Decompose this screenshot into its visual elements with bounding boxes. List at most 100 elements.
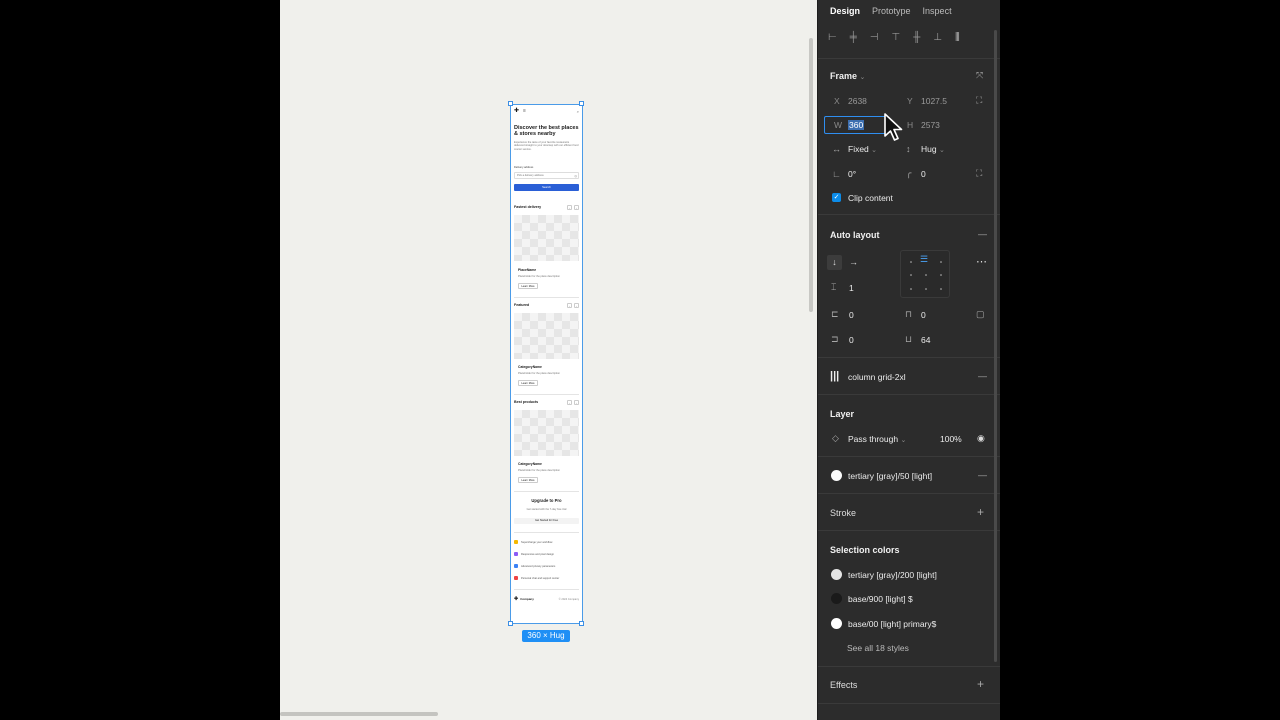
blend-mode-select[interactable]: Pass through ⌄ (848, 434, 906, 444)
next-arrow-icon[interactable]: › (574, 303, 579, 308)
color-swatch[interactable] (831, 593, 842, 604)
remove-fill-icon[interactable]: — (978, 470, 987, 480)
see-all-styles-link[interactable]: See all 18 styles (847, 643, 909, 653)
color-swatch[interactable] (831, 569, 842, 580)
footer-copyright: © 2024 Company (558, 597, 579, 601)
feature-text: Personal chat and support center (521, 576, 560, 580)
padding-left-icon: ⊏ (831, 309, 839, 319)
next-arrow-icon[interactable]: › (574, 205, 579, 210)
resize-handle-bl[interactable] (508, 621, 513, 626)
carousel-arrows[interactable]: ‹ › (565, 205, 579, 210)
height-mode-select[interactable]: Hug ⌄ (921, 144, 945, 154)
card-image-placeholder (514, 313, 579, 359)
resize-handle-tr[interactable] (579, 101, 584, 106)
x-input[interactable]: 2638 (848, 96, 867, 106)
alignment-grid[interactable]: ☰ (900, 250, 950, 298)
canvas-horizontal-scrollbar[interactable] (280, 712, 438, 716)
card-desc: Placeholder for the place description (518, 372, 560, 375)
prev-arrow-icon[interactable]: ‹ (567, 303, 572, 308)
resize-handle-tl[interactable] (508, 101, 513, 106)
height-resize-icon: ↕ (906, 144, 911, 154)
selection-color-name[interactable]: base/00 [light] primary$ (848, 619, 936, 629)
rotation-input[interactable]: 0° (848, 169, 856, 179)
selection-color-name[interactable]: base/900 [light] $ (848, 594, 913, 604)
prev-arrow-icon[interactable]: ‹ (567, 205, 572, 210)
align-bottom-icon[interactable]: ⊥ (933, 32, 942, 43)
tab-inspect[interactable]: Inspect (923, 6, 952, 16)
align-top-icon[interactable]: ⊤ (892, 32, 901, 43)
tab-design[interactable]: Design (830, 6, 860, 16)
chevron-down-icon: ⌄ (938, 147, 945, 154)
card-title: CategoryName (518, 365, 542, 369)
independent-corners-icon[interactable]: ⛶ (976, 168, 982, 179)
chevron-down-icon: ⌄ (900, 437, 907, 444)
divider (818, 357, 1000, 358)
frame-section-title[interactable]: Frame ⌄ (830, 71, 865, 81)
tab-prototype[interactable]: Prototype (872, 6, 911, 16)
add-stroke-icon[interactable]: + (977, 505, 984, 519)
shield-icon (514, 564, 518, 568)
eye-icon[interactable]: ◉ (977, 433, 985, 444)
learn-more-button[interactable]: Learn More (518, 283, 538, 289)
get-started-button[interactable]: Get Started for Free (514, 518, 579, 524)
align-left-icon[interactable]: ⊢ (828, 32, 837, 43)
opacity-input[interactable]: 100% (940, 434, 962, 444)
padding-top-input[interactable]: 0 (921, 310, 926, 320)
y-input[interactable]: 1027.5 (921, 96, 947, 106)
next-arrow-icon[interactable]: › (574, 400, 579, 405)
padding-left-input[interactable]: 0 (849, 310, 854, 320)
distribute-icon[interactable]: ⫼ (955, 32, 960, 43)
h-input[interactable]: 2573 (921, 120, 940, 130)
carousel-arrows[interactable]: ‹ › (565, 303, 579, 308)
card-image-placeholder (514, 215, 579, 261)
selection-color-name[interactable]: tertiary [gray]/200 [light] (848, 570, 937, 580)
individual-padding-icon[interactable]: ▢ (976, 309, 985, 320)
footer-company: Company (520, 597, 534, 601)
card-title: CategoryName (518, 462, 542, 466)
align-center-h-icon[interactable]: ╪ (850, 32, 857, 43)
blend-mode-icon: ◇ (832, 433, 839, 443)
prev-arrow-icon[interactable]: ‹ (567, 400, 572, 405)
add-effect-icon[interactable]: + (977, 677, 984, 691)
padding-bottom-input[interactable]: 64 (921, 335, 930, 345)
remove-grid-icon[interactable]: — (978, 371, 987, 381)
carousel-arrows[interactable]: ‹ › (565, 400, 579, 405)
gap-input[interactable]: 1 (849, 283, 854, 293)
search-button[interactable]: Search (514, 184, 579, 191)
w-input[interactable]: 360 (848, 120, 865, 130)
constraints-icon[interactable]: ⛶ (976, 95, 982, 106)
search-icon: ⌕ (576, 108, 579, 114)
stroke-title: Stroke (830, 508, 857, 518)
horizontal-direction-icon[interactable]: → (849, 257, 858, 267)
align-right-icon[interactable]: ⊣ (870, 32, 879, 43)
width-mode-select[interactable]: Fixed ⌄ (848, 144, 877, 154)
blend-mode-text: Pass through (848, 434, 899, 444)
divider (818, 394, 1000, 395)
panel-tabs: Design Prototype Inspect (830, 6, 952, 16)
clip-content-checkbox[interactable]: ✓ (832, 193, 841, 202)
layout-grid-name[interactable]: column grid-2xl (848, 372, 906, 382)
panel-scrollbar[interactable] (994, 30, 997, 662)
align-center-v-icon[interactable]: ╫ (913, 32, 920, 43)
fill-style-name[interactable]: tertiary [gray]/50 [light] (848, 471, 932, 481)
canvas-vertical-scrollbar[interactable] (809, 38, 813, 312)
resize-handle-br[interactable] (579, 621, 584, 626)
color-swatch[interactable] (831, 618, 842, 629)
hero-title: Discover the best places & stores nearby (514, 125, 579, 137)
radius-input[interactable]: 0 (921, 169, 926, 179)
size-badge: 360 × Hug (522, 630, 570, 642)
more-options-icon[interactable]: ⋯ (976, 255, 987, 268)
mobile-frame[interactable]: ✚ ≡ ⌕ Discover the best places & stores … (510, 104, 583, 624)
address-input[interactable]: Pick a delivery address ◎ (514, 172, 579, 179)
vertical-direction-button[interactable]: ↓ (827, 255, 842, 270)
card-image-placeholder (514, 410, 579, 456)
fill-swatch[interactable] (831, 470, 842, 481)
design-canvas[interactable]: ✚ ≡ ⌕ Discover the best places & stores … (280, 0, 817, 720)
learn-more-button[interactable]: Learn More (518, 380, 538, 386)
lightning-icon (514, 540, 518, 544)
resize-to-fit-icon[interactable]: ⤧ (976, 70, 983, 81)
padding-right-input[interactable]: 0 (849, 335, 854, 345)
divider (818, 666, 1000, 667)
learn-more-button[interactable]: Learn More (518, 477, 538, 483)
remove-auto-layout-icon[interactable]: — (978, 229, 987, 239)
